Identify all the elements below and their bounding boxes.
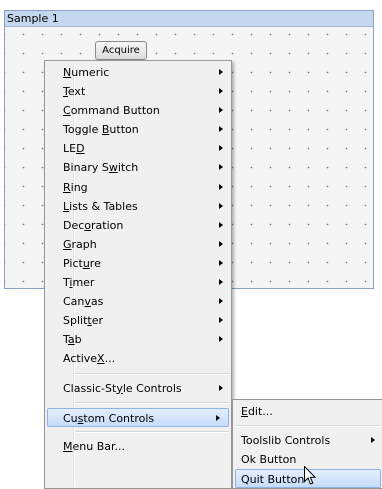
menu-item-decoration[interactable]: Decoration [45, 216, 231, 235]
submenu-arrow-icon [219, 126, 223, 133]
label-mnemonic: R [63, 180, 71, 194]
menu-item-custom-controls[interactable]: Custom Controls [47, 407, 229, 427]
mouse-pointer-icon [304, 466, 316, 485]
label-pre: Quit Button [241, 473, 305, 487]
label-pre: Active [63, 352, 98, 366]
submenu-arrow-icon [219, 240, 223, 247]
controls-context-menu: Numeric Text Command Button Toggle Butto… [44, 60, 232, 489]
label-pre: Toggle [63, 123, 102, 137]
menu-item-timer[interactable]: Timer [45, 273, 231, 292]
submenu-arrow-icon [219, 384, 223, 391]
label-mnemonic: N [63, 66, 72, 79]
submenu-arrow-icon [219, 69, 223, 75]
menu-item-binary-switch[interactable]: Binary Switch [45, 158, 231, 177]
label-pre: LE [63, 142, 77, 156]
submenu-arrow-icon [219, 298, 223, 305]
menu-item-text[interactable]: Text [45, 82, 231, 101]
submenu-arrow-icon [371, 437, 375, 444]
label-mnemonic: a [67, 333, 75, 347]
label-post: mer [72, 276, 95, 290]
menu-separator [75, 372, 229, 375]
label-post: utton [109, 123, 139, 137]
label-post: as [90, 295, 104, 309]
submenu-arrow-icon [216, 414, 220, 421]
label-post: enu Bar... [72, 439, 126, 453]
menu-item-picture[interactable]: Picture [45, 254, 231, 273]
panel-title: Sample 1 [5, 11, 373, 27]
label-post: b [74, 333, 82, 347]
menu-separator [235, 425, 381, 428]
label-pre: Can [63, 295, 85, 309]
label-post: le Controls [122, 381, 182, 395]
label-post: re [89, 256, 101, 270]
label-post: ing [70, 180, 88, 194]
menu-item-tab[interactable]: Tab [45, 330, 231, 349]
submenu-arrow-icon [219, 183, 223, 190]
label-post: ... [104, 352, 116, 366]
label-mnemonic: M [63, 439, 73, 453]
menu-item-menu-bar[interactable]: Menu Bar... [45, 437, 231, 456]
label-post: ext [67, 85, 86, 99]
menu-item-canvas[interactable]: Canvas [45, 292, 231, 311]
label-mnemonic: w [108, 161, 118, 175]
label-pre: Split [63, 314, 88, 328]
submenu-arrow-icon [219, 279, 223, 286]
label-post: raph [71, 237, 97, 251]
label-mnemonic: u [82, 256, 90, 270]
submenu-arrow-icon [219, 202, 223, 209]
label-post: tom Controls [83, 411, 155, 425]
submenu-arrow-icon [219, 164, 223, 171]
menu-separator [75, 430, 229, 433]
menu-item-ring[interactable]: Ring [45, 178, 231, 197]
submenu-arrow-icon [219, 317, 223, 324]
menu-item-command-button[interactable]: Command Button [45, 101, 231, 120]
label-pre: Ok Button [241, 453, 297, 467]
label-mnemonic: X [97, 352, 105, 366]
label-post: ists & Tables [69, 199, 138, 213]
submenu-item-edit[interactable]: Edit... [233, 402, 382, 421]
menu-item-led[interactable]: LED [45, 139, 231, 158]
menu-item-numeric[interactable]: Numeric [45, 63, 231, 82]
label-pre: Dec [63, 218, 85, 232]
label-post: itch [117, 161, 139, 175]
label-mnemonic: D [76, 142, 85, 156]
label-post: ommand Button [70, 104, 160, 118]
label-mnemonic: G [63, 237, 72, 251]
label-pre: Pict [63, 256, 83, 270]
label-mnemonic: C [63, 104, 71, 118]
menu-separator [75, 401, 229, 404]
label-post: dit... [247, 405, 273, 418]
menu-item-toggle-button[interactable]: Toggle Button [45, 120, 231, 139]
label-post: ration [91, 218, 124, 232]
submenu-arrow-icon [219, 221, 223, 228]
submenu-arrow-icon [219, 145, 223, 152]
submenu-arrow-icon [219, 107, 223, 114]
submenu-arrow-icon [219, 336, 223, 343]
label-post: er [91, 314, 104, 328]
label-pre: Classic-St [63, 381, 117, 395]
menu-item-classic-style-controls[interactable]: Classic-Style Controls [45, 379, 231, 398]
label-pre: Binary S [63, 161, 109, 175]
label-post: umeric [71, 66, 110, 79]
menu-item-graph[interactable]: Graph [45, 235, 231, 254]
acquire-button[interactable]: Acquire [95, 41, 147, 60]
submenu-arrow-icon [219, 259, 223, 266]
menu-item-activex[interactable]: ActiveX... [45, 349, 231, 368]
label-pre: Cu [63, 411, 78, 425]
label-pre: Toolslib Controls [241, 434, 331, 448]
submenu-arrow-icon [219, 88, 223, 95]
submenu-item-toolslib-controls[interactable]: Toolslib Controls [233, 431, 382, 450]
label-mnemonic: E [241, 405, 248, 418]
menu-item-splitter[interactable]: Splitter [45, 311, 231, 330]
menu-item-lists-tables[interactable]: Lists & Tables [45, 197, 231, 216]
